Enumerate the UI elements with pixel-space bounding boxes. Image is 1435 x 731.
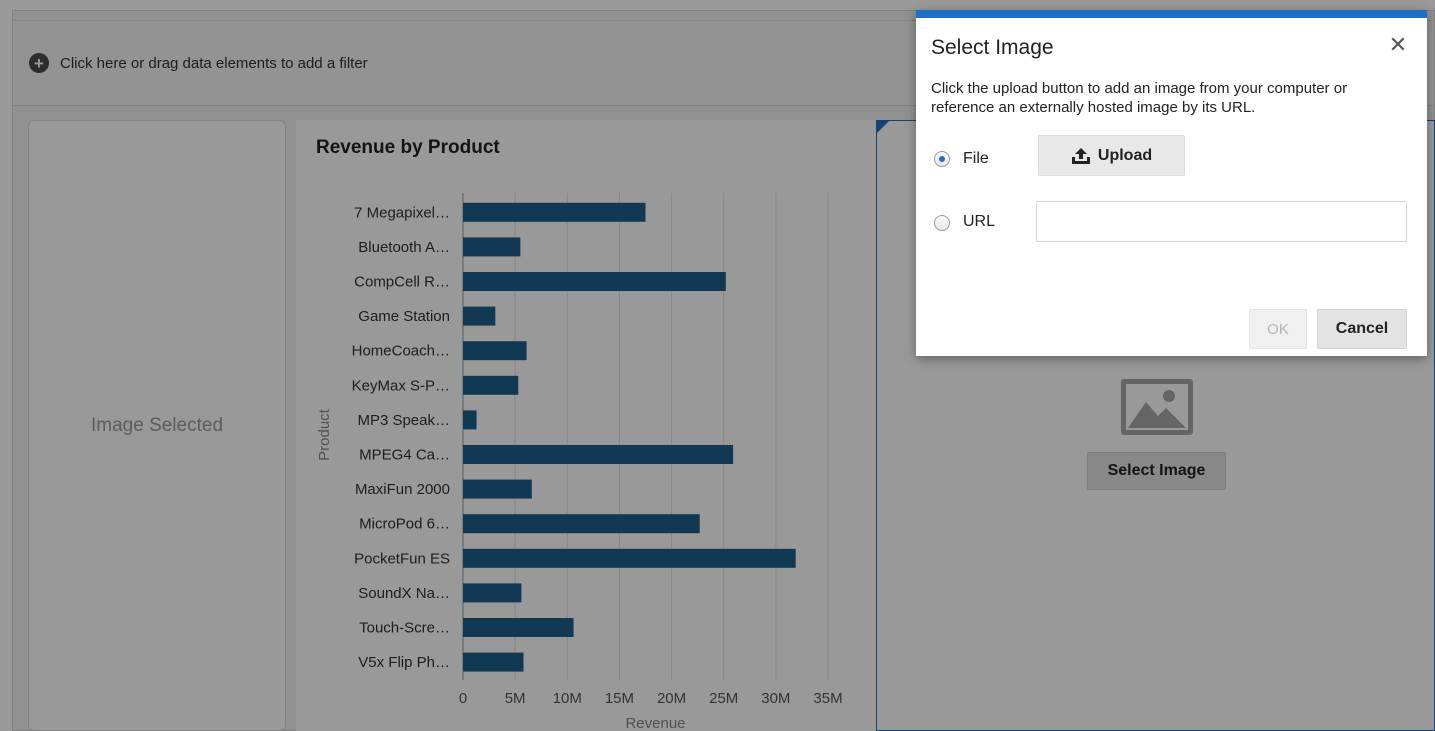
upload-button[interactable]: Upload bbox=[1038, 135, 1185, 176]
dialog-description: Click the upload button to add an image … bbox=[931, 80, 1348, 116]
upload-button-label: Upload bbox=[1097, 146, 1153, 164]
dialog-title: Select Image bbox=[931, 36, 1054, 59]
url-radio[interactable] bbox=[934, 215, 950, 231]
upload-icon bbox=[1071, 147, 1091, 165]
select-image-dialog: Select Image ✕ Click the upload button t… bbox=[916, 10, 1427, 356]
url-radio-label[interactable]: URL bbox=[963, 213, 995, 231]
close-icon[interactable]: ✕ bbox=[1387, 32, 1409, 57]
ok-button[interactable]: OK bbox=[1249, 309, 1307, 349]
cancel-button[interactable]: Cancel bbox=[1317, 309, 1407, 349]
url-input[interactable] bbox=[1036, 201, 1407, 242]
file-radio[interactable] bbox=[934, 151, 950, 167]
file-radio-label[interactable]: File bbox=[963, 150, 989, 168]
